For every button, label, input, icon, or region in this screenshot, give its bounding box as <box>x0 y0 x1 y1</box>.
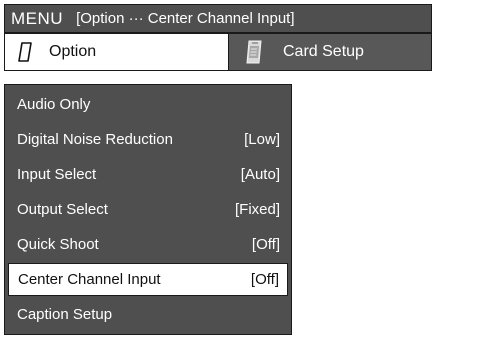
menu-item-label: Center Channel Input <box>18 271 161 288</box>
menu-item-audio-only[interactable]: Audio Only <box>8 87 288 122</box>
option-card-icon <box>17 42 33 62</box>
tab-option-label: Option <box>49 43 97 60</box>
menu-item-value: [Fixed] <box>234 201 280 218</box>
menu-item-digital-noise-reduction[interactable]: Digital Noise Reduction [Low] <box>8 122 288 157</box>
menu-item-value: [Off] <box>251 236 280 253</box>
menu-title: MENU <box>11 8 64 28</box>
menu-header: MENU [Option ··· Center Channel Input] <box>4 4 432 33</box>
menu-item-output-select[interactable]: Output Select [Fixed] <box>8 192 288 227</box>
menu-item-caption-setup[interactable]: Caption Setup <box>8 297 288 332</box>
menu-item-value: [Low] <box>244 131 280 148</box>
breadcrumb: [Option ··· Center Channel Input] <box>76 10 295 27</box>
option-menu-list: Audio Only Digital Noise Reduction [Low]… <box>4 84 292 335</box>
menu-item-label: Caption Setup <box>17 306 113 323</box>
menu-item-center-channel-input[interactable]: Center Channel Input [Off] <box>8 263 288 296</box>
tab-bar: Option Card Setup <box>4 33 432 71</box>
menu-item-input-select[interactable]: Input Select [Auto] <box>8 157 288 192</box>
menu-item-label: Quick Shoot <box>17 236 99 253</box>
card-setup-icon <box>245 40 263 64</box>
tab-card-setup[interactable]: Card Setup <box>229 33 432 71</box>
tab-card-setup-label: Card Setup <box>283 43 364 60</box>
menu-item-label: Output Select <box>17 201 108 218</box>
menu-item-value: [Auto] <box>240 166 280 183</box>
menu-item-label: Digital Noise Reduction <box>17 131 173 148</box>
menu-item-quick-shoot[interactable]: Quick Shoot [Off] <box>8 227 288 262</box>
menu-item-value: [Off] <box>250 271 279 288</box>
menu-item-label: Input Select <box>17 166 97 183</box>
menu-item-label: Audio Only <box>17 96 91 113</box>
tab-option[interactable]: Option <box>4 33 229 71</box>
